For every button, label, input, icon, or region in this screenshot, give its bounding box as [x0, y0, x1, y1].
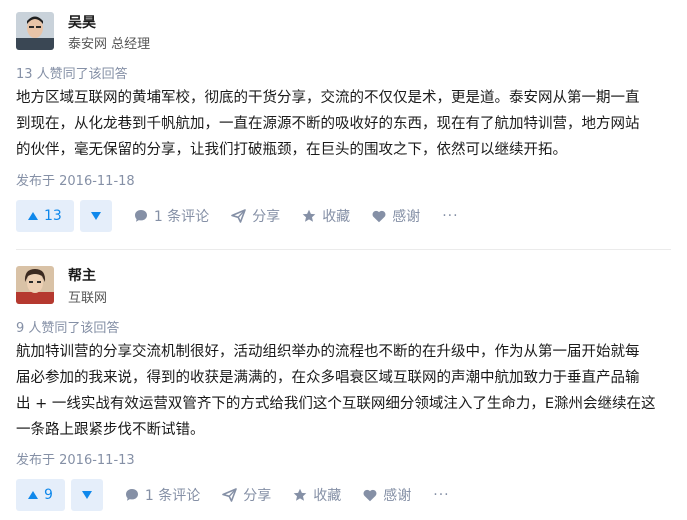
collect-label: 收藏 [322, 209, 351, 225]
downvote-button[interactable] [79, 200, 112, 232]
comment-button[interactable]: 1 条评论 [125, 485, 200, 505]
publish-date[interactable]: 发布于 2016-11-13 [16, 449, 135, 468]
author-title: 互联网 [68, 291, 108, 306]
action-bar: 9 1 条评论 分享 收藏 感谢 ··· [16, 479, 450, 511]
heart-icon [363, 489, 377, 501]
share-button[interactable]: 分享 [222, 485, 271, 505]
star-icon [302, 209, 316, 222]
answer-content: 地方区域互联网的黄埔军校，彻底的干货分享，交流的不仅仅是术，更是道。泰安网从第一… [16, 90, 640, 158]
star-icon [293, 488, 307, 501]
share-icon [231, 209, 246, 223]
share-label: 分享 [252, 209, 281, 225]
answer-item: 吴昊 泰安网 总经理 13 人赞同了该回答 地方区域互联网的黄埔军校，彻底的干货… [0, 0, 687, 250]
share-label: 分享 [243, 488, 272, 504]
thanks-button[interactable]: 感谢 [363, 485, 411, 505]
publish-date[interactable]: 发布于 2016-11-18 [16, 170, 135, 189]
vote-count-note[interactable]: 9 人赞同了该回答 [16, 317, 119, 336]
answer-item: 帮主 互联网 9 人赞同了该回答 航加特训营的分享交流机制很好，活动组织举办的流… [0, 256, 687, 520]
thanks-label: 感谢 [383, 488, 412, 504]
comment-button[interactable]: 1 条评论 [134, 206, 209, 226]
heart-icon [372, 210, 386, 222]
share-button[interactable]: 分享 [231, 206, 280, 226]
thanks-label: 感谢 [392, 209, 421, 225]
upvote-count: 9 [44, 487, 53, 503]
upvote-button[interactable]: 13 [16, 200, 74, 232]
avatar[interactable] [16, 12, 54, 50]
upvote-icon [28, 491, 38, 499]
vote-count-note[interactable]: 13 人赞同了该回答 [16, 63, 128, 82]
collect-button[interactable]: 收藏 [293, 485, 341, 505]
upvote-icon [28, 212, 38, 220]
upvote-count: 13 [44, 208, 62, 224]
comment-label: 1 条评论 [153, 209, 210, 225]
collect-button[interactable]: 收藏 [302, 206, 350, 226]
author-name[interactable]: 帮主 [68, 265, 96, 285]
upvote-button[interactable]: 9 [16, 479, 65, 511]
collect-label: 收藏 [313, 488, 342, 504]
avatar[interactable] [16, 266, 54, 304]
divider [16, 249, 671, 250]
author-title: 泰安网 总经理 [68, 37, 151, 52]
more-button[interactable]: ··· [433, 487, 449, 503]
answer-content: 航加特训营的分享交流机制很好，活动组织举办的流程也不断的在升级中，作为从第一届开… [16, 344, 656, 438]
downvote-icon [81, 491, 92, 499]
author-name[interactable]: 吴昊 [68, 12, 96, 32]
more-button[interactable]: ··· [442, 208, 458, 224]
downvote-icon [90, 212, 101, 220]
downvote-button[interactable] [70, 479, 103, 511]
comment-icon [125, 489, 138, 501]
share-icon [222, 488, 238, 502]
action-bar: 13 1 条评论 分享 收藏 感谢 ··· [16, 200, 459, 232]
comment-label: 1 条评论 [144, 488, 201, 504]
thanks-button[interactable]: 感谢 [372, 206, 420, 226]
comment-icon [134, 210, 147, 222]
